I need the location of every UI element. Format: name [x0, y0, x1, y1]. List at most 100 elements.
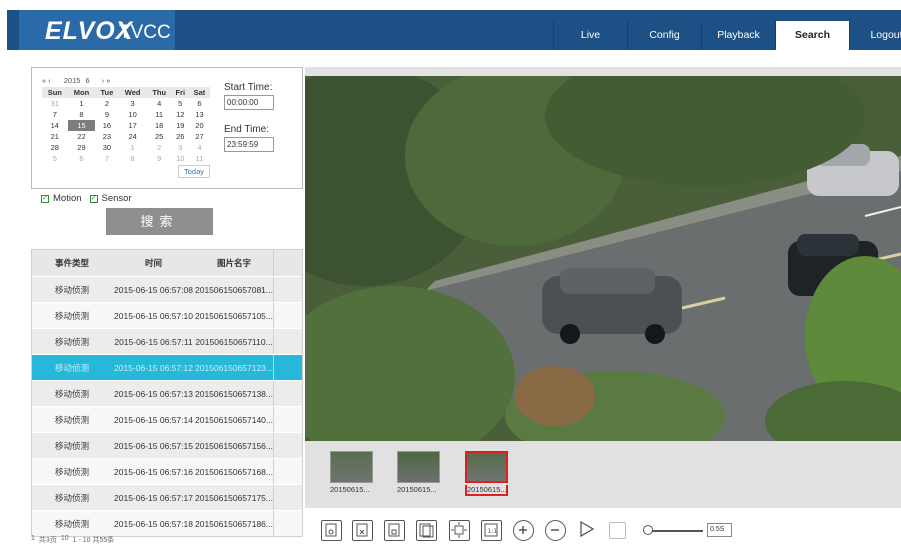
calendar-day[interactable]: 21: [42, 131, 68, 142]
calendar-day[interactable]: 5: [172, 98, 189, 109]
calendar-day[interactable]: 8: [68, 109, 96, 120]
calendar-day[interactable]: 24: [118, 131, 146, 142]
calendar-day[interactable]: 10: [172, 153, 189, 164]
zoom-out-icon[interactable]: [545, 520, 566, 541]
play-icon[interactable]: [577, 520, 598, 541]
calendar-day[interactable]: 9: [95, 109, 118, 120]
calendar-day[interactable]: 7: [95, 153, 118, 164]
nav-search[interactable]: Search: [775, 21, 849, 50]
calendar-day[interactable]: 11: [147, 109, 172, 120]
sensor-label: Sensor: [101, 193, 132, 204]
table-row[interactable]: 移动侦测 2015-06-15 06:57:08 201506150657081..…: [32, 276, 302, 302]
nav-playback[interactable]: Playback: [701, 21, 775, 50]
table-row[interactable]: 移动侦测 2015-06-15 06:57:15 201506150657156..…: [32, 432, 302, 458]
nav-logout[interactable]: Logout: [849, 21, 901, 50]
calendar-day[interactable]: 5: [42, 153, 68, 164]
calendar-day[interactable]: 30: [95, 142, 118, 153]
start-time-input[interactable]: [224, 95, 274, 110]
speed-slider-handle[interactable]: [643, 525, 653, 535]
calendar-day[interactable]: 8: [118, 153, 146, 164]
calendar-day[interactable]: 12: [172, 109, 189, 120]
thumbnail-image[interactable]: [330, 451, 373, 483]
image-toolbar: 1:1 0.5S: [305, 510, 901, 544]
nav-config[interactable]: Config: [627, 21, 701, 50]
fit-icon[interactable]: [449, 520, 470, 541]
save-icon[interactable]: [384, 520, 405, 541]
column-event-type[interactable]: 事件类型: [32, 250, 112, 276]
table-row[interactable]: 移动侦测 2015-06-15 06:57:14 201506150657140..…: [32, 406, 302, 432]
original-size-icon[interactable]: 1:1: [481, 520, 502, 541]
thumbnail-image[interactable]: [397, 451, 440, 483]
calendar-day[interactable]: 10: [118, 109, 146, 120]
table-header: 事件类型 时间 图片名字: [32, 250, 302, 276]
table-row[interactable]: 移动侦测 2015-06-15 06:57:16 201506150657168..…: [32, 458, 302, 484]
calendar-day[interactable]: 4: [189, 142, 210, 153]
column-time[interactable]: 时间: [112, 250, 195, 276]
time-range: Start Time: End Time:: [224, 82, 300, 152]
today-button[interactable]: Today: [177, 165, 210, 178]
table-row[interactable]: 移动侦测 2015-06-15 06:57:11 201506150657110..…: [32, 328, 302, 354]
end-time-input[interactable]: [224, 137, 274, 152]
zoom-in-icon[interactable]: [513, 520, 534, 541]
nav-live[interactable]: Live: [553, 21, 627, 50]
snapshot-icon[interactable]: [321, 520, 342, 541]
cell-event-type: 移动侦测: [54, 467, 89, 477]
calendar-day[interactable]: 15: [67, 120, 96, 131]
next-month-button[interactable]: › »: [102, 76, 111, 85]
preview-panel: 20150615... 20150615... 20150615... 1:1 …: [305, 67, 901, 544]
page-number[interactable]: 1: [31, 535, 35, 544]
motion-filter[interactable]: ✓ Motion: [41, 193, 82, 204]
cell-picture-name: 201506150657175...: [195, 493, 273, 503]
calendar-day[interactable]: 1: [68, 98, 96, 109]
calendar-day[interactable]: 11: [189, 153, 210, 164]
calendar-grid: Sun Mon Tue Wed Thu Fri Sat 31 1 2 3 4 5 6 7 8 9 10 11 12 1…: [42, 87, 210, 164]
calendar-day[interactable]: 9: [147, 153, 172, 164]
calendar-day[interactable]: 4: [147, 98, 172, 109]
calendar-day[interactable]: 22: [68, 131, 96, 142]
calendar-day[interactable]: 16: [95, 120, 118, 131]
table-row[interactable]: 移动侦测 2015-06-15 06:57:13 201506150657138..…: [32, 380, 302, 406]
calendar-day[interactable]: 13: [189, 109, 210, 120]
calendar-day[interactable]: 19: [172, 120, 189, 131]
calendar-day[interactable]: 18: [147, 120, 172, 131]
column-picture-name[interactable]: 图片名字: [195, 250, 273, 276]
calendar-day[interactable]: 14: [42, 120, 68, 131]
weekday-header: Sun: [42, 87, 68, 98]
calendar-day[interactable]: 2: [95, 98, 118, 109]
thumbnail-item[interactable]: 20150615...: [330, 451, 373, 496]
thumbnail-item-selected[interactable]: 20150615...: [465, 451, 508, 496]
calendar-day[interactable]: 2: [147, 142, 172, 153]
calendar-day[interactable]: 6: [68, 153, 96, 164]
calendar-day[interactable]: 31: [42, 98, 68, 109]
calendar-day[interactable]: 7: [42, 109, 68, 120]
speed-slider-track[interactable]: [648, 530, 703, 532]
calendar-day[interactable]: 20: [189, 120, 210, 131]
table-row[interactable]: 移动侦测 2015-06-15 06:57:10 201506150657105..…: [32, 302, 302, 328]
stop-icon[interactable]: [609, 522, 626, 539]
calendar-day[interactable]: 17: [118, 120, 146, 131]
calendar-day[interactable]: 27: [189, 131, 210, 142]
calendar-day[interactable]: 29: [68, 142, 96, 153]
checkbox-checked-icon[interactable]: ✓: [89, 194, 98, 203]
calendar-day[interactable]: 6: [189, 98, 210, 109]
save-all-icon[interactable]: [416, 520, 437, 541]
calendar-day[interactable]: 3: [172, 142, 189, 153]
page-size[interactable]: 10: [61, 535, 69, 544]
search-button[interactable]: 搜索: [106, 208, 213, 235]
thumbnail-item[interactable]: 20150615...: [397, 451, 440, 496]
checkbox-checked-icon[interactable]: ✓: [41, 194, 49, 203]
cell-event-type: 移动侦测: [54, 493, 89, 503]
table-row[interactable]: 移动侦测 2015-06-15 06:57:18 201506150657186..…: [32, 510, 302, 536]
calendar-day[interactable]: 26: [172, 131, 189, 142]
calendar-day[interactable]: 23: [95, 131, 118, 142]
calendar-day[interactable]: 3: [118, 98, 146, 109]
calendar-day[interactable]: 28: [42, 142, 68, 153]
table-row[interactable]: 移动侦测 2015-06-15 06:57:12 201506150657123..…: [32, 354, 302, 380]
calendar-day[interactable]: 25: [147, 131, 172, 142]
thumbnail-image[interactable]: [465, 451, 508, 483]
sensor-filter[interactable]: ✓ Sensor: [89, 193, 132, 204]
table-row[interactable]: 移动侦测 2015-06-15 06:57:17 201506150657175..…: [32, 484, 302, 510]
delete-icon[interactable]: [352, 520, 373, 541]
calendar-day[interactable]: 1: [118, 142, 146, 153]
prev-month-button[interactable]: « ‹: [42, 76, 51, 85]
